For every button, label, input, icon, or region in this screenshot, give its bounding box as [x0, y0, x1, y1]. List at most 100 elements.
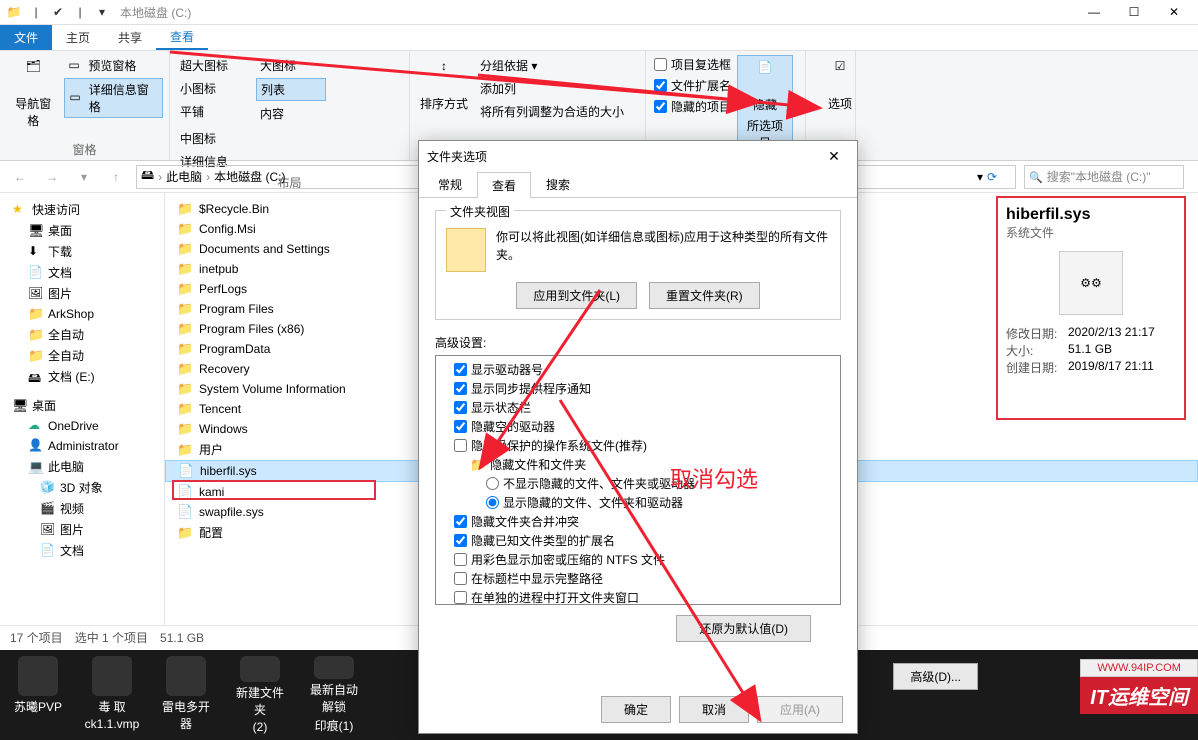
desktop-shortcut[interactable]: 毒 取ck1.1.vmp	[84, 656, 140, 734]
add-column-button[interactable]: 添加列	[476, 78, 628, 99]
sort-by-button[interactable]: ↕ 排序方式	[416, 55, 472, 139]
dialog-tab-search[interactable]: 搜索	[531, 171, 585, 197]
up-button[interactable]: ↑	[104, 165, 128, 189]
minimize-button[interactable]: —	[1074, 0, 1114, 25]
adv-option[interactable]: 显示同步提供程序通知	[440, 379, 836, 398]
video-icon: 🎬	[40, 501, 56, 517]
ribbon-tabs: 文件 主页 共享 查看	[0, 25, 1198, 51]
view-extra-large-icons[interactable]: 超大图标	[176, 55, 252, 76]
view-small-icons[interactable]: 小图标	[176, 78, 252, 99]
tree-quick-access[interactable]: 快速访问	[0, 199, 164, 220]
file-name: $Recycle.Bin	[199, 202, 269, 216]
preview-pane-button[interactable]: ▭预览窗格	[64, 55, 163, 76]
tree-3dobjects[interactable]: 🧊3D 对象	[0, 477, 164, 498]
desktop-shortcut[interactable]: 雷电多开器	[158, 656, 214, 734]
ok-button[interactable]: 确定	[601, 696, 671, 723]
adv-option[interactable]: 在单独的进程中打开文件夹窗口	[440, 588, 836, 605]
tree-admin[interactable]: Administrator	[0, 436, 164, 456]
view-medium-icons[interactable]: 中图标	[176, 128, 256, 149]
nav-tree[interactable]: 快速访问 桌面 ⬇下载 📄文档 🖼图片 ArkShop 全自动 全自动 文档 (…	[0, 193, 165, 625]
folder-icon	[177, 421, 193, 437]
adv-option[interactable]: 隐藏文件夹合并冲突	[440, 512, 836, 531]
adv-option-label: 隐藏文件和文件夹	[490, 456, 586, 473]
restore-defaults-button[interactable]: 还原为默认值(D)	[676, 615, 811, 642]
apply-button[interactable]: 应用(A)	[757, 696, 843, 723]
dialog-tab-general[interactable]: 常规	[423, 171, 477, 197]
desktop-shortcut[interactable]: 最新自动解锁印痕(1)	[306, 656, 362, 734]
tab-view[interactable]: 查看	[156, 25, 208, 50]
adv-option[interactable]: 显示状态栏	[440, 398, 836, 417]
item-checkboxes[interactable]: 项目复选框	[652, 55, 733, 74]
file-name: ProgramData	[199, 342, 270, 356]
tree-onedrive[interactable]: OneDrive	[0, 416, 164, 436]
tree-documents2[interactable]: 📄文档	[0, 540, 164, 561]
apply-to-folders-button[interactable]: 应用到文件夹(L)	[516, 282, 637, 309]
tab-file[interactable]: 文件	[0, 25, 52, 50]
desktop-shortcut[interactable]: 新建文件夹(2)	[232, 656, 288, 734]
adv-option[interactable]: 不显示隐藏的文件、文件夹或驱动器	[440, 474, 836, 493]
adv-option[interactable]: 用彩色显示加密或压缩的 NTFS 文件	[440, 550, 836, 569]
tree-downloads[interactable]: ⬇下载	[0, 241, 164, 262]
refresh-button[interactable]	[987, 170, 1011, 184]
back-button[interactable]: ←	[8, 165, 32, 189]
hidden-items-checkbox[interactable]: 隐藏的项目	[652, 97, 733, 116]
adv-option[interactable]: 显示隐藏的文件、文件夹和驱动器	[440, 493, 836, 512]
advanced-button[interactable]: 高级(D)...	[893, 663, 978, 690]
adv-option[interactable]: 隐藏已知文件类型的扩展名	[440, 531, 836, 550]
details-pane-button[interactable]: ▭详细信息窗格	[64, 78, 163, 118]
tab-home[interactable]: 主页	[52, 25, 104, 50]
cancel-button[interactable]: 取消	[679, 696, 749, 723]
tree-pictures[interactable]: 🖼图片	[0, 283, 164, 304]
adv-option-label: 显示同步提供程序通知	[471, 380, 591, 397]
tree-fullauto2[interactable]: 全自动	[0, 345, 164, 366]
details-filetype: 系统文件	[1006, 224, 1176, 241]
size-all-columns-button[interactable]: 将所有列调整为合适的大小	[476, 101, 628, 122]
tab-share[interactable]: 共享	[104, 25, 156, 50]
view-tiles[interactable]: 平铺	[176, 101, 252, 122]
shortcut-icon	[166, 656, 206, 696]
dialog-tabs: 常规 查看 搜索	[419, 171, 857, 198]
group-by-button[interactable]: 分组依据 ▾	[476, 55, 628, 76]
search-input[interactable]: 搜索"本地磁盘 (C:)"	[1024, 165, 1184, 189]
folder-view-icon	[446, 228, 486, 272]
file-extensions-checkbox[interactable]: 文件扩展名	[652, 76, 733, 95]
star-icon	[12, 202, 28, 218]
tree-videos[interactable]: 🎬视频	[0, 498, 164, 519]
qat-separator: |	[70, 2, 90, 22]
close-button[interactable]: ✕	[1154, 0, 1194, 25]
adv-option[interactable]: 隐藏受保护的操作系统文件(推荐)	[440, 436, 836, 455]
maximize-button[interactable]: ☐	[1114, 0, 1154, 25]
adv-option[interactable]: 显示驱动器号	[440, 360, 836, 379]
forward-button[interactable]: →	[40, 165, 64, 189]
dropdown-icon[interactable]: ▾	[92, 2, 112, 22]
reset-folders-button[interactable]: 重置文件夹(R)	[649, 282, 760, 309]
dialog-close-button[interactable]: ✕	[819, 148, 849, 165]
view-large-icons[interactable]: 大图标	[256, 55, 326, 76]
tree-desktop[interactable]: 桌面	[0, 220, 164, 241]
desktop-shortcut[interactable]: 苏曦PVP	[10, 656, 66, 734]
navigation-pane-button[interactable]: 🗂 导航窗格	[6, 55, 60, 139]
advanced-settings-list[interactable]: 显示驱动器号显示同步提供程序通知显示状态栏隐藏空的驱动器隐藏受保护的操作系统文件…	[435, 355, 841, 605]
tree-thispc[interactable]: 此电脑	[0, 456, 164, 477]
sort-icon: ↕	[428, 59, 460, 91]
checkmark-icon[interactable]: ✔	[48, 2, 68, 22]
tree-desktop2[interactable]: 桌面	[0, 395, 164, 416]
tree-arkshop[interactable]: ArkShop	[0, 304, 164, 324]
dialog-tab-view[interactable]: 查看	[477, 172, 531, 198]
tree-pictures2[interactable]: 🖼图片	[0, 519, 164, 540]
tree-doc-e[interactable]: 文档 (E:)	[0, 366, 164, 387]
view-contents[interactable]: 内容	[256, 103, 326, 124]
advanced-settings-label: 高级设置:	[435, 334, 841, 351]
tree-fullauto1[interactable]: 全自动	[0, 324, 164, 345]
adv-option[interactable]: 隐藏空的驱动器	[440, 417, 836, 436]
options-button[interactable]: ☑ 选项	[812, 55, 868, 116]
view-list[interactable]: 列表	[256, 78, 326, 101]
tree-documents[interactable]: 📄文档	[0, 262, 164, 283]
adv-option[interactable]: 在标题栏中显示完整路径	[440, 569, 836, 588]
breadcrumb-pc[interactable]: 此电脑	[166, 168, 202, 185]
details-size-value: 51.1 GB	[1068, 342, 1112, 359]
recent-dropdown[interactable]: ▾	[72, 165, 96, 189]
breadcrumb-drive[interactable]: 本地磁盘 (C:)	[214, 168, 285, 185]
status-selected: 选中 1 个项目	[75, 629, 148, 646]
folder-icon	[177, 301, 193, 317]
